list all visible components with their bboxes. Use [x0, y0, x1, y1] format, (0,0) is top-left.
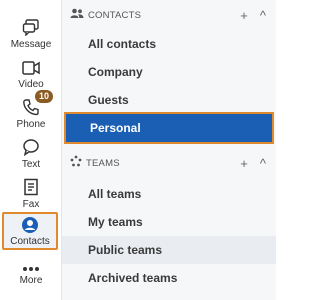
video-icon [21, 54, 41, 76]
left-rail: Message Video 10 Phone Text Fax Contacts [0, 0, 62, 300]
teams-item-my[interactable]: My teams [62, 208, 276, 236]
rail-item-fax[interactable]: Fax [0, 174, 62, 211]
contacts-item-personal[interactable]: Personal [64, 112, 274, 144]
more-icon [22, 258, 40, 272]
add-team-icon[interactable]: + [240, 156, 248, 171]
rail-item-text[interactable]: Text [0, 134, 62, 171]
fax-icon [23, 174, 39, 196]
contacts-item-company[interactable]: Company [62, 58, 276, 86]
rail-label-phone: Phone [16, 119, 46, 130]
phone-icon: 10 [22, 90, 54, 116]
text-icon [22, 134, 40, 156]
teams-section-title: TEAMS [86, 157, 120, 169]
teams-section-actions: + ^ [240, 156, 266, 171]
add-contact-icon[interactable]: + [240, 8, 248, 23]
collapse-contacts-icon[interactable]: ^ [260, 8, 266, 23]
rail-item-video[interactable]: Video [0, 54, 62, 91]
rail-label-text: Text [21, 159, 41, 170]
teams-item-public[interactable]: Public teams [62, 236, 276, 264]
rail-label-more: More [19, 275, 43, 286]
contacts-item-guests[interactable]: Guests [62, 86, 276, 114]
teams-item-archived[interactable]: Archived teams [62, 264, 276, 292]
rail-item-contacts[interactable]: Contacts [2, 212, 58, 250]
teams-icon [70, 154, 82, 172]
rail-label-fax: Fax [22, 199, 40, 210]
contacts-icon [21, 216, 39, 234]
navigation-panel: CONTACTS + ^ All contacts Company Guests… [62, 0, 276, 300]
contacts-section-header[interactable]: CONTACTS + ^ [62, 4, 276, 26]
collapse-teams-icon[interactable]: ^ [260, 156, 266, 171]
rail-label-message: Message [10, 39, 52, 50]
message-icon [22, 14, 40, 36]
rail-item-phone[interactable]: 10 Phone [0, 90, 62, 131]
rail-item-message[interactable]: Message [0, 14, 62, 51]
contacts-group-icon [70, 6, 84, 24]
teams-section-header[interactable]: TEAMS + ^ [62, 152, 276, 174]
teams-item-all[interactable]: All teams [62, 180, 276, 208]
rail-item-more[interactable]: More [0, 258, 62, 287]
phone-badge: 10 [35, 90, 54, 103]
contacts-section-actions: + ^ [240, 8, 266, 23]
rail-label-contacts: Contacts [10, 236, 50, 247]
contacts-section-title: CONTACTS [88, 9, 142, 21]
contacts-item-all[interactable]: All contacts [62, 30, 276, 58]
